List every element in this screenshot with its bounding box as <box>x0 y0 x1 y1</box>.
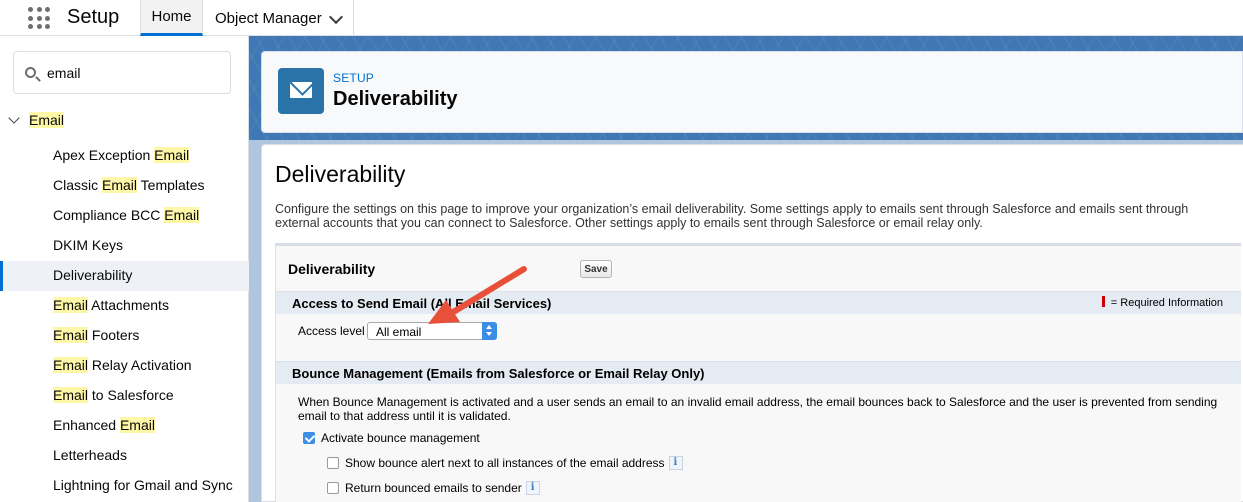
header-eyebrow: SETUP <box>333 71 375 85</box>
header-icon-tile <box>278 68 324 114</box>
quick-find-box[interactable] <box>13 51 231 94</box>
sidebar-item-label: Email Attachments <box>53 297 169 313</box>
chevron-down-icon[interactable] <box>8 112 20 124</box>
sidebar-item-label: Email Footers <box>53 327 140 343</box>
section-bounce-management: Bounce Management (Emails from Salesforc… <box>276 361 1241 384</box>
sidebar-item-compliance-bcc-email[interactable]: Compliance BCC Email <box>0 201 249 231</box>
required-marker <box>1101 296 1105 307</box>
tab-home-label: Home <box>151 8 192 25</box>
section-title: Bounce Management (Emails from Salesforc… <box>292 366 705 381</box>
tab-home[interactable]: Home <box>140 0 203 36</box>
page-header: SETUP Deliverability <box>261 51 1243 133</box>
show-bounce-alert-checkbox[interactable] <box>327 457 339 469</box>
checkbox-label: Return bounced emails to sender <box>345 481 522 495</box>
chevron-down-icon[interactable] <box>328 9 344 25</box>
sidebar-item-email-to-salesforce[interactable]: Email to Salesforce <box>0 381 249 411</box>
sidebar-item-label: Email Relay Activation <box>53 357 192 373</box>
page-title: Deliverability <box>275 161 406 187</box>
sidebar-item-label: Email to Salesforce <box>53 387 174 403</box>
sidebar-item-lightning-for-gmail-and-sync[interactable]: Lightning for Gmail and Sync <box>0 471 249 501</box>
quick-find-input[interactable] <box>47 63 217 83</box>
sidebar-item-letterheads[interactable]: Letterheads <box>0 441 249 471</box>
annotation-arrow-icon <box>428 266 527 324</box>
main-content: Deliverability Configure the settings on… <box>261 144 1243 502</box>
checkbox-label-wrap: Show bounce alert next to all instances … <box>345 456 683 470</box>
checkbox-label: Activate bounce management <box>321 431 480 445</box>
app-title: Setup <box>67 6 120 28</box>
form-title: Deliverability <box>288 261 376 277</box>
activate-bounce-checkbox[interactable] <box>303 432 315 444</box>
sidebar-item-label: Classic Email Templates <box>53 177 205 193</box>
setup-sidebar: Email Apex Exception Email Classic Email … <box>0 36 249 502</box>
sidebar-item-label: Lightning for Gmail and Sync <box>53 477 233 493</box>
envelope-icon <box>290 82 312 98</box>
sidebar-item-label: Apex Exception Email <box>53 147 190 163</box>
sidebar-item-email-relay-activation[interactable]: Email Relay Activation <box>0 351 249 381</box>
app-launcher-icon[interactable] <box>28 7 50 29</box>
info-icon[interactable] <box>525 481 540 495</box>
page-description: Configure the settings on this page to i… <box>275 202 1189 230</box>
sidebar-item-label: Letterheads <box>53 447 127 463</box>
access-level-label: Access level <box>298 324 365 338</box>
info-icon[interactable] <box>668 456 683 470</box>
access-level-value: All email <box>376 325 422 339</box>
sidebar-item-label: DKIM Keys <box>53 237 124 253</box>
search-icon <box>25 67 36 78</box>
sidebar-item-label: Deliverability <box>53 267 133 283</box>
save-button[interactable]: Save <box>580 260 612 278</box>
sidebar-item-label: Enhanced Email <box>53 417 155 433</box>
tree-node-label: Email <box>29 112 65 128</box>
checkbox-label: Show bounce alert next to all instances … <box>345 456 665 470</box>
tree-node-email[interactable]: Email <box>0 110 249 132</box>
sidebar-item-enhanced-email[interactable]: Enhanced Email <box>0 411 249 441</box>
required-legend: = Required Information <box>1101 296 1223 309</box>
tab-object-manager[interactable]: Object Manager <box>203 0 354 36</box>
return-bounced-checkbox[interactable] <box>327 482 339 494</box>
required-legend-text: = Required Information <box>1110 297 1223 309</box>
sidebar-item-apex-exception-email[interactable]: Apex Exception Email <box>0 141 249 171</box>
tab-object-manager-label: Object Manager <box>215 9 322 27</box>
bounce-management-description: When Bounce Management is activated and … <box>298 395 1218 423</box>
sidebar-item-classic-email-templates[interactable]: Classic Email Templates <box>0 171 249 201</box>
checkbox-label-wrap: Return bounced emails to sender <box>345 481 540 495</box>
sidebar-item-email-attachments[interactable]: Email Attachments <box>0 291 249 321</box>
sidebar-item-email-footers[interactable]: Email Footers <box>0 321 249 351</box>
sidebar-item-label: Compliance BCC Email <box>53 207 200 223</box>
header-title: Deliverability <box>333 88 458 110</box>
sidebar-item-dkim-keys[interactable]: DKIM Keys <box>0 231 249 261</box>
top-navigation: Setup Home Object Manager <box>0 0 1243 36</box>
sidebar-item-deliverability[interactable]: Deliverability <box>0 261 249 291</box>
